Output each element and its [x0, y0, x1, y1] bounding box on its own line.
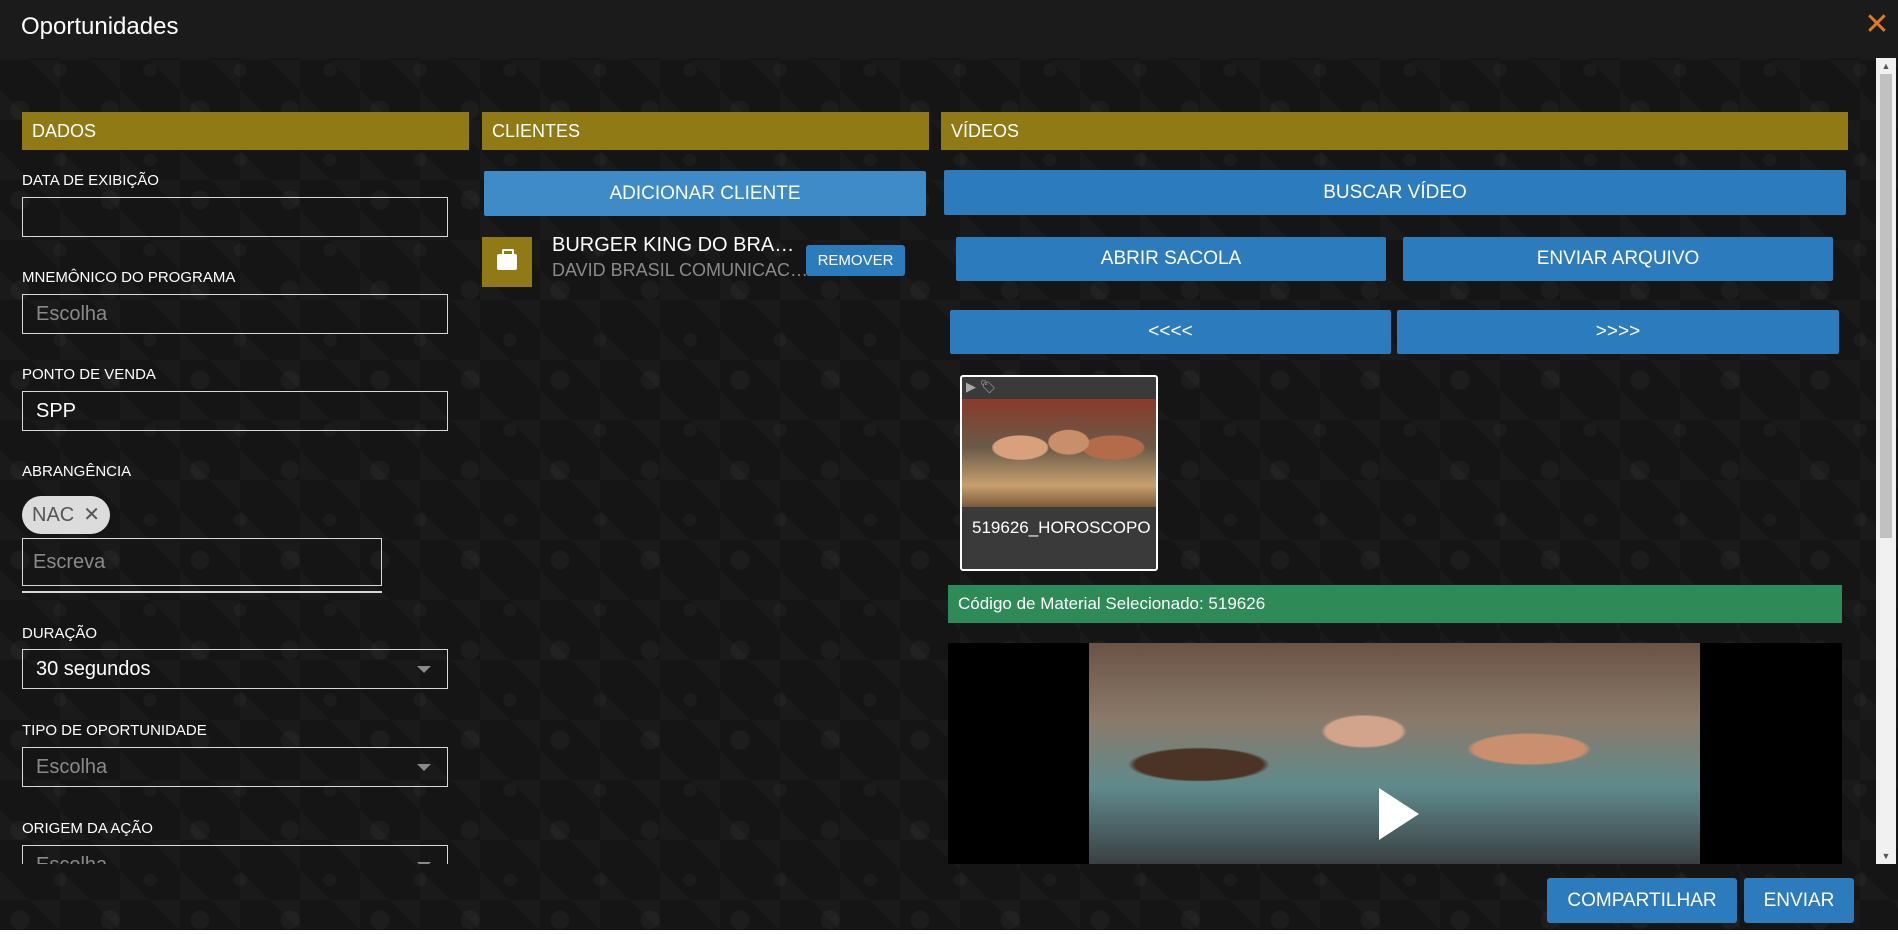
ponto-venda-label: PONTO DE VENDA [22, 366, 156, 383]
play-tag-icon: ▶ 🏷 [966, 379, 997, 394]
send-file-button[interactable]: ENVIAR ARQUIVO [1403, 237, 1833, 281]
close-icon[interactable]: ✕ [1862, 10, 1892, 40]
ponto-venda-input[interactable]: SPP [22, 391, 448, 431]
search-video-button[interactable]: BUSCAR VÍDEO [944, 170, 1846, 215]
origem-acao-value: Escolha [36, 854, 107, 864]
scrollbar-thumb[interactable] [1880, 74, 1892, 538]
duracao-label: DURAÇÃO [22, 625, 98, 642]
content-scrollbar[interactable]: ▲ ▼ [1876, 58, 1896, 864]
origem-acao-select[interactable]: Escolha [22, 845, 448, 864]
prev-page-button[interactable]: <<<< [950, 310, 1391, 354]
modal-header: Oportunidades ✕ [0, 0, 1898, 58]
chevron-down-icon [417, 862, 431, 864]
origem-acao-label: ORIGEM DA AÇÃO [22, 820, 153, 837]
briefcase-icon [482, 237, 532, 287]
modal-title: Oportunidades [21, 13, 179, 40]
tipo-oportunidade-label: TIPO DE OPORTUNIDADE [22, 722, 207, 739]
chevron-down-icon [417, 764, 431, 771]
abrangencia-label: ABRANGÊNCIA [22, 463, 132, 480]
share-button[interactable]: COMPARTILHAR [1547, 878, 1737, 923]
mnemonico-select[interactable]: Escolha [22, 294, 448, 334]
video-thumbnail-name: 519626_HOROSCOPO [972, 518, 1151, 537]
remove-client-button[interactable]: REMOVER [806, 245, 905, 276]
chip-remove-icon[interactable]: ✕ [83, 496, 100, 534]
section-header-videos: VÍDEOS [941, 112, 1848, 150]
chevron-down-icon [417, 666, 431, 673]
video-frame [1089, 643, 1700, 864]
scroll-up-icon[interactable]: ▲ [1876, 58, 1896, 74]
open-bag-button[interactable]: ABRIR SACOLA [956, 237, 1386, 281]
chip-label: NAC [32, 504, 75, 526]
video-thumbnail-card[interactable]: ▶ 🏷 519626_HOROSCOPO [960, 375, 1158, 571]
scroll-down-icon[interactable]: ▼ [1876, 848, 1896, 864]
abrangencia-chip: NAC ✕ [22, 496, 110, 534]
data-exibicao-input[interactable] [22, 197, 448, 237]
duracao-value: 30 segundos [36, 658, 151, 680]
video-thumbnail-image [962, 399, 1156, 507]
play-icon[interactable] [1379, 788, 1419, 840]
opportunities-modal: Oportunidades ✕ DADOS DATA DE EXIBIÇÃO M… [0, 0, 1898, 930]
add-client-button[interactable]: ADICIONAR CLIENTE [484, 171, 926, 216]
data-exibicao-label: DATA DE EXIBIÇÃO [22, 172, 159, 189]
modal-content: DADOS DATA DE EXIBIÇÃO MNEMÔNICO DO PROG… [0, 58, 1876, 864]
next-page-button[interactable]: >>>> [1397, 310, 1839, 354]
selected-material-bar: Código de Material Selecionado: 519626 [948, 585, 1842, 623]
section-header-dados: DADOS [22, 112, 469, 150]
section-header-clientes: CLIENTES [482, 112, 929, 150]
tipo-oportunidade-value: Escolha [36, 756, 108, 778]
mnemonico-label: MNEMÔNICO DO PROGRAMA [22, 269, 236, 286]
send-button[interactable]: ENVIAR [1744, 878, 1854, 923]
abrangencia-input[interactable]: Escreva [22, 538, 382, 586]
client-name: BURGER KING DO BRA… [552, 234, 795, 256]
client-agency: DAVID BRASIL COMUNICAC… [552, 260, 809, 280]
video-player[interactable] [948, 643, 1842, 864]
abrangencia-underline [22, 591, 382, 593]
tipo-oportunidade-select[interactable]: Escolha [22, 747, 448, 787]
duracao-select[interactable]: 30 segundos [22, 649, 448, 689]
